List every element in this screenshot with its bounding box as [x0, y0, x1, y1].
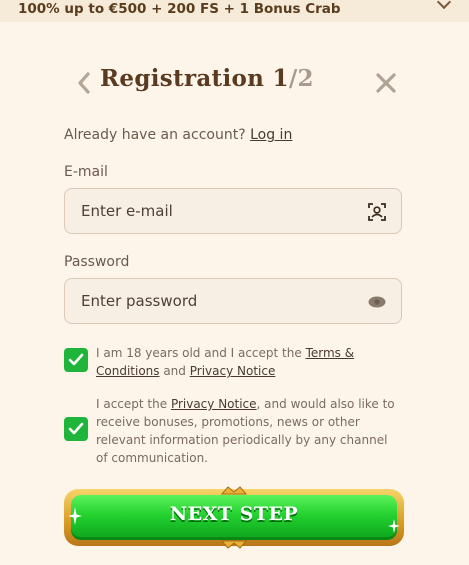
bottom-ornament-icon	[220, 540, 248, 549]
next-step-button[interactable]: NEXT STEP	[64, 486, 404, 549]
privacy-notice-link-2[interactable]: Privacy Notice	[171, 397, 257, 411]
password-field-container	[64, 278, 402, 324]
terms-checkbox[interactable]	[64, 348, 88, 372]
chevron-down-icon[interactable]	[436, 0, 452, 10]
terms-text-before: I am 18 years old and I accept the	[96, 346, 306, 360]
marketing-checkbox[interactable]	[64, 417, 88, 441]
privacy-notice-link[interactable]: Privacy Notice	[190, 364, 276, 378]
email-field[interactable]	[81, 189, 361, 233]
back-arrow-icon[interactable]	[74, 70, 94, 96]
password-label: Password	[64, 254, 130, 270]
promo-banner[interactable]: 100% up to €500 + 200 FS + 1 Bonus Crab	[0, 0, 469, 22]
title-text: Registration	[100, 65, 265, 92]
login-link[interactable]: Log in	[250, 127, 292, 143]
login-prompt: Already have an account?	[64, 127, 246, 143]
email-label: E-mail	[64, 164, 108, 180]
terms-consent-text: I am 18 years old and I accept the Terms…	[96, 344, 396, 380]
email-field-container	[64, 188, 402, 234]
next-step-label: NEXT STEP	[169, 503, 299, 525]
password-field[interactable]	[81, 279, 361, 323]
marketing-text-before: I accept the	[96, 397, 171, 411]
crown-ornament-icon	[220, 486, 248, 495]
page-title: Registration 1/2	[100, 65, 314, 92]
marketing-consent-text: I accept the Privacy Notice, and would a…	[96, 395, 396, 467]
promo-banner-text: 100% up to €500 + 200 FS + 1 Bonus Crab	[18, 1, 341, 17]
close-icon[interactable]	[374, 71, 398, 95]
contact-scan-icon[interactable]	[367, 202, 387, 222]
step-current: 1	[272, 65, 289, 92]
eye-icon[interactable]	[367, 292, 387, 312]
login-prompt-row: Already have an account? Log in	[64, 127, 292, 143]
step-total: /2	[288, 65, 314, 92]
terms-text-middle: and	[159, 364, 190, 378]
